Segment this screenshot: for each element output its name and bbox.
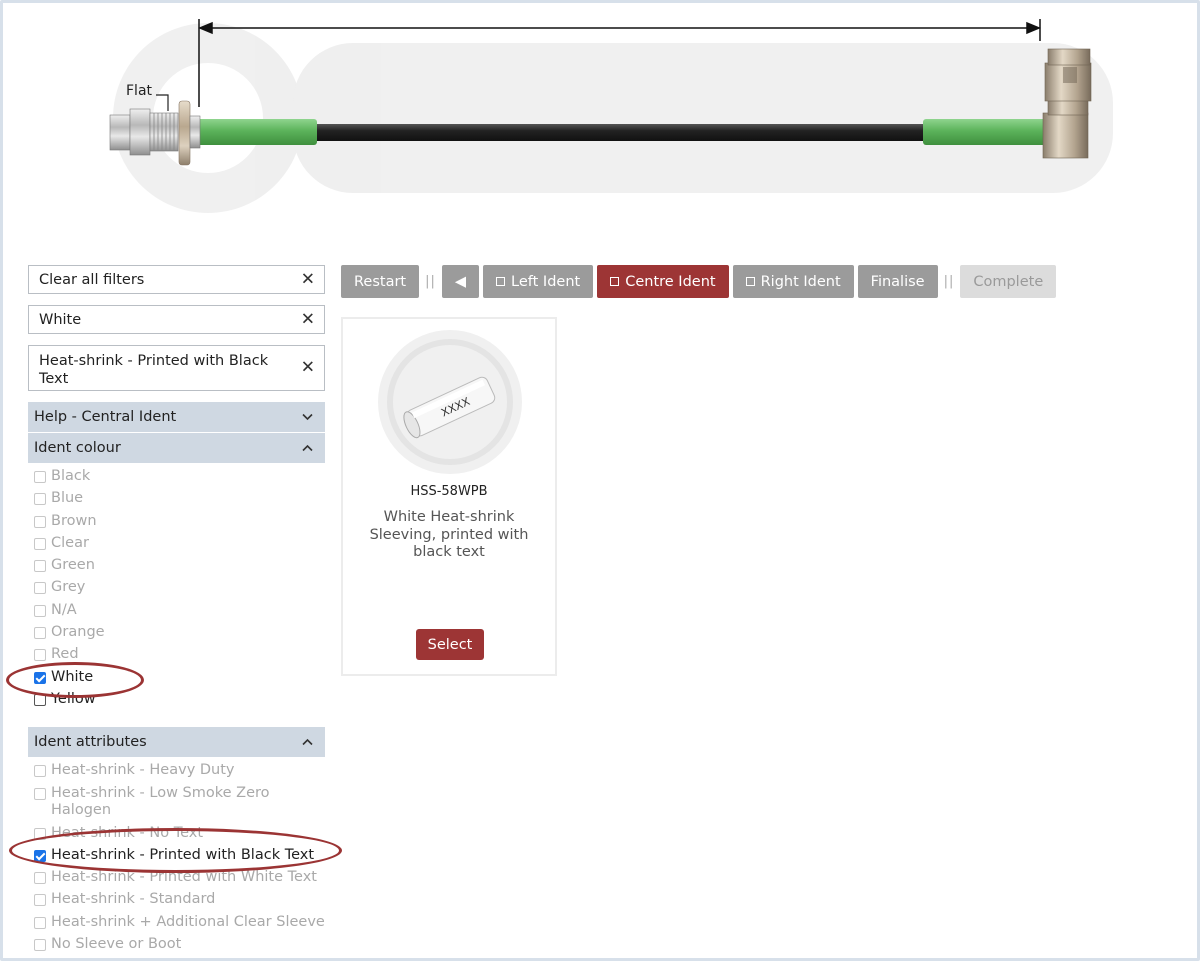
help-central-ident-header[interactable]: Help - Central Ident — [28, 402, 325, 432]
checkbox — [34, 787, 46, 800]
highlight-ellipse-printed-black-text — [9, 828, 342, 873]
button-label: Left Ident — [511, 273, 581, 290]
chip-label: Heat-shrink - Printed with Black Text — [39, 353, 269, 387]
chip-label: Clear all filters — [39, 272, 145, 288]
section-title: Ident attributes — [34, 734, 147, 751]
checkbox — [34, 939, 46, 952]
filter-chip-white[interactable]: White ✕ — [28, 305, 325, 334]
close-icon[interactable]: ✕ — [301, 359, 315, 377]
checkbox — [34, 471, 46, 483]
product-code: HSS-58WPB — [410, 484, 488, 499]
chevron-up-icon[interactable] — [302, 733, 313, 751]
option-standard: Heat-shrink - Standard — [34, 891, 325, 913]
button-label: Centre Ident — [625, 273, 716, 290]
option-label: Heat-shrink - Low Smoke Zero Halogen — [51, 784, 270, 818]
left-boot — [197, 119, 317, 145]
option-label: Heat-shrink - Heavy Duty — [51, 762, 235, 779]
checkbox — [34, 916, 46, 929]
separator: || — [425, 274, 436, 289]
option-brown: Brown — [34, 513, 325, 535]
back-button[interactable]: ◀ — [441, 265, 480, 298]
product-image: XXXX — [377, 329, 523, 475]
option-label: Green — [51, 557, 95, 574]
checkbox — [34, 515, 46, 528]
chevron-up-icon[interactable] — [302, 439, 313, 457]
cable-body — [303, 124, 943, 141]
checkbox — [34, 649, 46, 662]
centre-ident-button[interactable]: Centre Ident — [597, 265, 729, 298]
option-label: N/A — [51, 601, 77, 618]
option-label: Brown — [51, 512, 97, 529]
complete-button: Complete — [960, 265, 1057, 298]
select-button[interactable]: Select — [416, 629, 484, 660]
option-black: Black — [34, 468, 325, 490]
option-lszh: Heat-shrink - Low Smoke Zero Halogen — [34, 785, 325, 825]
flat-label: Flat — [126, 83, 153, 99]
checkbox — [34, 872, 46, 885]
option-label: Red — [51, 646, 79, 663]
option-additional-clear-sleeve: Heat-shrink + Additional Clear Sleeve — [34, 914, 325, 936]
back-arrow-icon: ◀ — [454, 273, 467, 290]
separator: || — [943, 274, 955, 289]
checkbox — [34, 560, 46, 573]
square-icon — [496, 277, 506, 286]
option-grey: Grey — [34, 579, 325, 601]
chip-label: White — [39, 312, 82, 328]
checkbox — [34, 627, 46, 640]
checkbox — [34, 537, 46, 550]
highlight-ellipse-white — [6, 662, 144, 698]
checkbox — [34, 604, 46, 617]
product-description: White Heat-shrink Sleeving, printed with… — [369, 509, 529, 560]
option-blue: Blue — [34, 490, 325, 512]
option-label: Clear — [51, 534, 89, 551]
option-green: Green — [34, 557, 325, 579]
option-label: Orange — [51, 624, 105, 641]
left-ident-button[interactable]: Left Ident — [483, 265, 594, 298]
clear-all-filters-chip[interactable]: Clear all filters ✕ — [28, 265, 325, 294]
right-connector — [1042, 48, 1092, 159]
option-heavy-duty: Heat-shrink - Heavy Duty — [34, 762, 325, 784]
checkbox — [34, 765, 46, 778]
option-label: Black — [51, 468, 91, 484]
cable-illustration — [109, 19, 1113, 213]
close-icon[interactable]: ✕ — [301, 271, 315, 288]
option-label: No Sleeve or Boot — [51, 936, 182, 953]
checkbox — [34, 493, 46, 506]
product-card[interactable]: XXXX HSS-58WPB White Heat-shrink Sleevin… — [341, 317, 557, 676]
right-boot — [923, 119, 1048, 145]
checkbox — [34, 894, 46, 907]
option-label: Blue — [51, 490, 84, 507]
option-orange: Orange — [34, 624, 325, 646]
ident-attributes-header[interactable]: Ident attributes — [28, 727, 325, 758]
option-no-sleeve: No Sleeve or Boot — [34, 936, 325, 958]
ident-colour-header[interactable]: Ident colour — [28, 433, 325, 463]
square-icon — [745, 277, 755, 286]
close-icon[interactable]: ✕ — [301, 311, 315, 328]
button-label: Right Ident — [760, 273, 841, 290]
option-na: N/A — [34, 602, 325, 624]
checkbox — [34, 582, 46, 595]
option-label: Grey — [51, 579, 86, 596]
chevron-down-icon[interactable] — [302, 408, 313, 426]
square-icon — [610, 277, 620, 286]
option-clear: Clear — [34, 535, 325, 557]
filter-chip-printed-black-text[interactable]: Heat-shrink - Printed with Black Text ✕ — [28, 345, 325, 391]
option-label: Heat-shrink - Standard — [51, 891, 216, 908]
step-toolbar: Restart || ◀ Left Ident Centre Ident Rig… — [341, 265, 1060, 298]
option-label: Heat-shrink + Additional Clear Sleeve — [51, 913, 325, 930]
section-title: Help - Central Ident — [34, 409, 177, 425]
restart-button[interactable]: Restart — [341, 265, 420, 298]
cable-preview: Flat — [3, 3, 1197, 248]
right-ident-button[interactable]: Right Ident — [732, 265, 854, 298]
finalise-button[interactable]: Finalise — [857, 265, 938, 298]
section-title: Ident colour — [34, 440, 121, 456]
